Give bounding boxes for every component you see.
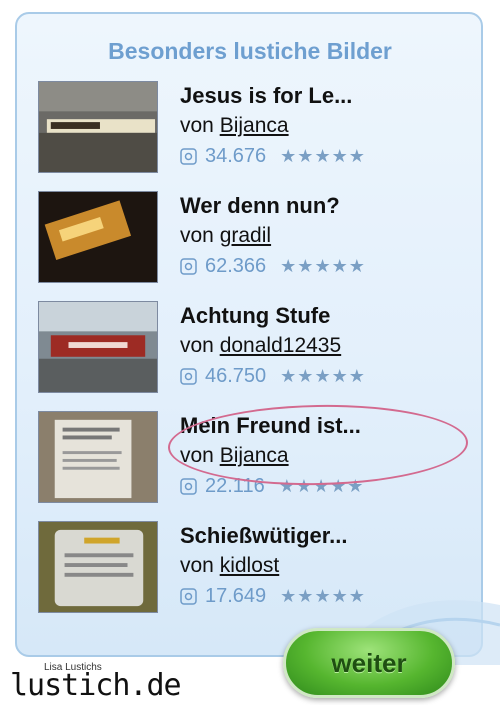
thumbnail-image[interactable] [38,301,158,393]
thumbnail-image[interactable] [38,411,158,503]
item-stats: 46.750 ★★★★★ [180,365,366,388]
author-link[interactable]: gradil [220,224,271,247]
item-stats: 34.676 ★★★★★ [180,145,366,168]
thumbnail-image[interactable] [38,81,158,173]
site-logo[interactable]: lustich.de [10,668,182,703]
views-icon [180,588,197,605]
author-link[interactable]: Bijanca [220,114,289,137]
item-stats: 17.649 ★★★★★ [180,585,366,608]
view-count: 46.750 [205,365,267,387]
item-title[interactable]: Schießwütiger... [180,523,347,549]
views-icon [180,478,197,495]
view-count: 62.366 [205,255,267,277]
author-link[interactable]: kidlost [220,554,280,577]
item-author-line: von kidlost [180,554,279,578]
by-label: von [180,224,214,247]
by-label: von [180,554,214,577]
thumbnail-image[interactable] [38,521,158,613]
item-author-line: von Bijanca [180,114,289,138]
next-button[interactable]: weiter [283,628,455,698]
views-icon [180,148,197,165]
star-rating: ★★★★★ [280,366,366,386]
author-link[interactable]: donald12435 [220,334,341,357]
item-author-line: von gradil [180,224,271,248]
next-button-label: weiter [331,647,407,678]
thumbnail-image[interactable] [38,191,158,283]
views-icon [180,258,197,275]
list-item[interactable]: Jesus is for Le... von Bijanca 34.676 ★★… [38,81,468,173]
star-rating: ★★★★★ [280,146,366,166]
views-icon [180,368,197,385]
widget-title: Besonders lustiche Bilder [108,38,392,64]
item-stats: 62.366 ★★★★★ [180,255,366,278]
by-label: von [180,114,214,137]
item-title[interactable]: Wer denn nun? [180,193,340,219]
list-item[interactable]: Achtung Stufe von donald12435 46.750 ★★★… [38,301,468,393]
item-title[interactable]: Achtung Stufe [180,303,330,329]
view-count: 34.676 [205,145,267,167]
item-author-line: von donald12435 [180,334,341,358]
item-title[interactable]: Jesus is for Le... [180,83,352,109]
view-count: 17.649 [205,585,267,607]
star-rating: ★★★★★ [280,256,366,276]
by-label: von [180,334,214,357]
list-item[interactable]: Wer denn nun? von gradil 62.366 ★★★★★ [38,191,468,283]
